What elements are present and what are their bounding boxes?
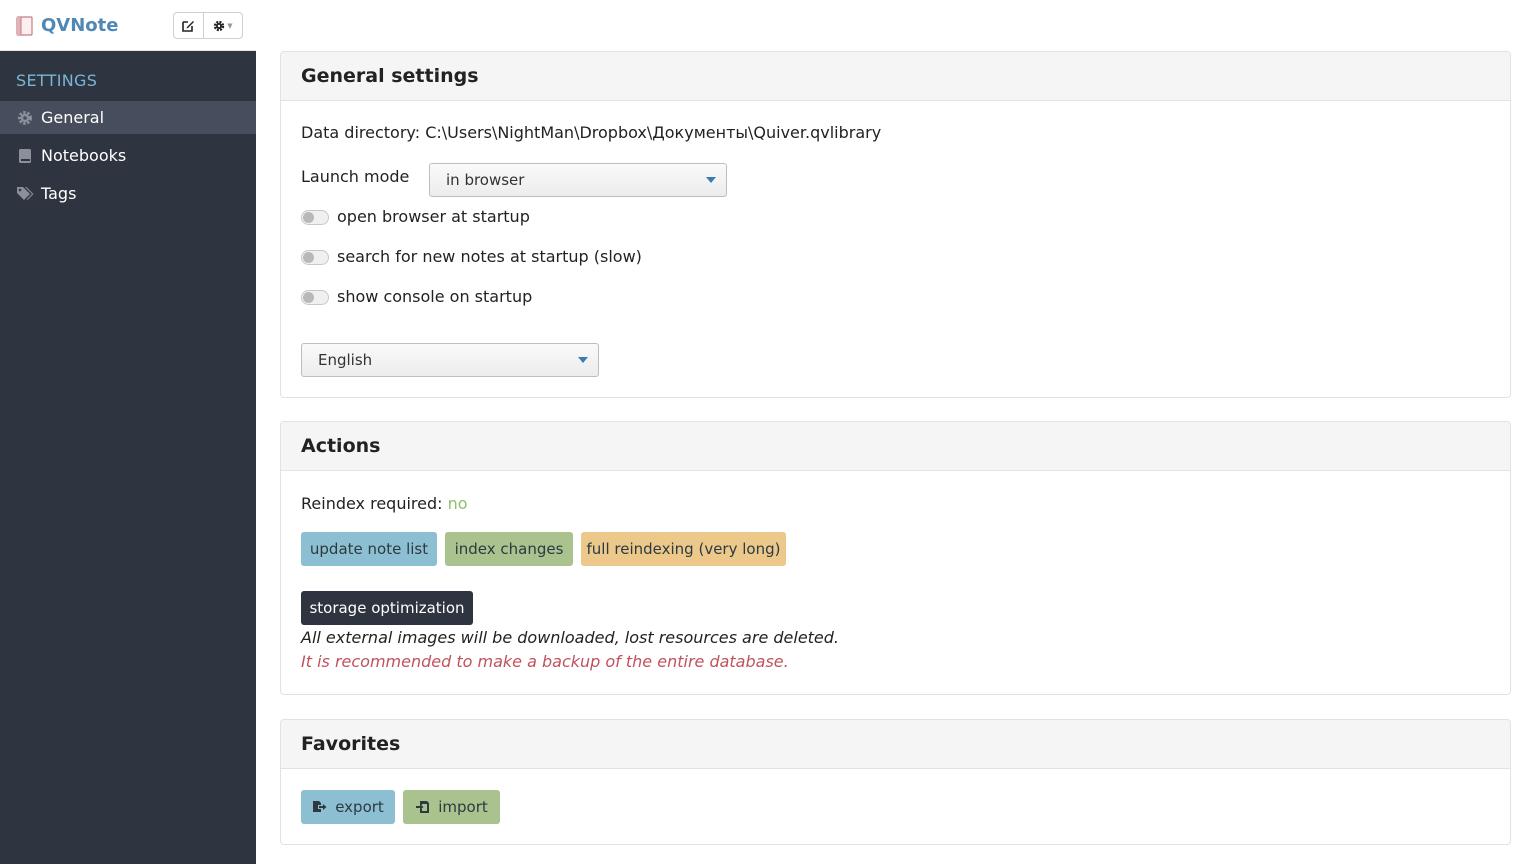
data-directory-value: C:\Users\NightMan\Dropbox\Документы\Quiv… — [425, 123, 882, 142]
import-button[interactable]: import — [403, 790, 500, 824]
backup-warning: It is recommended to make a backup of th… — [301, 652, 789, 671]
launch-mode-value: in browser — [446, 171, 525, 189]
chevron-down-icon: ▼ — [227, 21, 233, 30]
launch-mode-select[interactable]: in browser — [429, 163, 727, 197]
storage-optimization-button[interactable]: storage optimization — [301, 591, 473, 625]
brand-bar: QVNote ▼ — [0, 0, 256, 51]
actions-card: Actions Reindex required: no update note… — [280, 421, 1511, 695]
toggle-label: show console on startup — [337, 287, 533, 306]
toggle-label: open browser at startup — [337, 207, 530, 226]
sidebar: QVNote ▼ SETTINGS General Notebooks Tags — [0, 0, 256, 864]
sidebar-heading: SETTINGS — [16, 71, 98, 90]
gear-icon — [214, 20, 225, 31]
gear-icon — [16, 109, 34, 127]
language-select[interactable]: English — [301, 343, 599, 377]
card-title: Favorites — [281, 720, 1510, 769]
export-label: export — [335, 798, 384, 816]
caret-down-icon — [578, 357, 588, 363]
sidebar-item-general[interactable]: General — [0, 101, 256, 134]
toggle-show-console[interactable] — [301, 290, 329, 305]
sidebar-item-label: Notebooks — [41, 146, 127, 165]
reindex-value: no — [447, 494, 468, 513]
launch-mode-label: Launch mode — [301, 167, 410, 186]
general-settings-card: General settings Data directory: C:\User… — [280, 51, 1511, 398]
settings-menu-button[interactable]: ▼ — [204, 13, 242, 38]
export-button[interactable]: export — [301, 790, 395, 824]
card-title: Actions — [281, 422, 1510, 471]
toggle-open-browser[interactable] — [301, 210, 329, 225]
new-note-button[interactable] — [174, 13, 204, 38]
edit-icon — [182, 21, 194, 32]
index-changes-button[interactable]: index changes — [445, 532, 573, 566]
notebook-logo-icon — [16, 16, 33, 36]
data-directory: Data directory: C:\Users\NightMan\Dropbo… — [301, 123, 881, 143]
toggle-label: search for new notes at startup (slow) — [337, 247, 642, 266]
card-title: General settings — [281, 52, 1510, 101]
reindex-label: Reindex required: — [301, 494, 443, 513]
data-directory-label: Data directory: — [301, 123, 421, 142]
reindex-status: Reindex required: no — [301, 494, 468, 514]
update-note-list-button[interactable]: update note list — [301, 532, 437, 566]
sidebar-item-notebooks[interactable]: Notebooks — [0, 139, 256, 172]
storage-note: All external images will be downloaded, … — [301, 628, 840, 647]
sidebar-item-label: Tags — [41, 184, 77, 203]
language-value: English — [318, 351, 373, 369]
toolbar-group: ▼ — [173, 12, 243, 39]
toggle-search-new-notes[interactable] — [301, 250, 329, 265]
app-title[interactable]: QVNote — [41, 14, 118, 38]
favorites-card: Favorites export import — [280, 719, 1511, 845]
import-icon — [416, 801, 430, 813]
caret-down-icon — [706, 177, 716, 183]
full-reindexing-button[interactable]: full reindexing (very long) — [581, 532, 786, 566]
tags-icon — [16, 185, 34, 203]
import-label: import — [438, 798, 488, 816]
book-icon — [16, 147, 34, 165]
sidebar-item-tags[interactable]: Tags — [0, 177, 256, 210]
export-icon — [313, 801, 327, 812]
sidebar-item-label: General — [41, 108, 105, 127]
